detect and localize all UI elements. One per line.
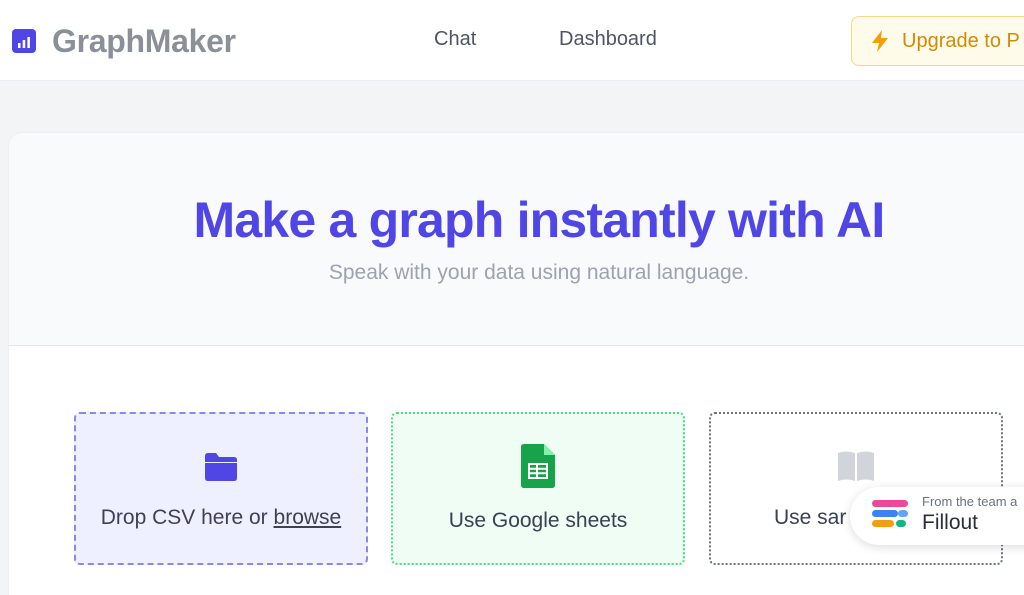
brand-name: GraphMaker [52, 22, 236, 59]
csv-dropzone-text: Drop CSV here or [100, 506, 274, 529]
fillout-badge[interactable]: From the team a Fillout [850, 487, 1024, 545]
csv-dropzone[interactable]: Drop CSV here or browse [74, 412, 368, 565]
bar-chart-icon [12, 29, 36, 53]
fillout-name: Fillout [922, 511, 979, 534]
upgrade-label: Upgrade to P [902, 29, 1020, 52]
lightning-icon [870, 30, 890, 52]
nav-chat[interactable]: Chat [434, 28, 476, 51]
csv-dropzone-label: Drop CSV here or browse [76, 506, 366, 530]
google-sheets-icon [521, 444, 555, 493]
page-title: Make a graph instantly with AI [193, 192, 886, 248]
hero-card: Make a graph instantly with AI Speak wit… [8, 132, 1024, 345]
fillout-logo-icon [872, 500, 910, 535]
folder-icon [203, 452, 239, 487]
google-sheets-option[interactable]: Use Google sheets [391, 412, 685, 565]
top-header: GraphMaker Chat Dashboard Upgrade to P [0, 0, 1024, 81]
book-icon [837, 450, 875, 487]
fillout-team-text: From the team a [922, 494, 1018, 509]
page-subtitle: Speak with your data using natural langu… [328, 261, 750, 284]
brand-logo[interactable]: GraphMaker [12, 20, 236, 62]
nav-dashboard[interactable]: Dashboard [559, 28, 657, 51]
upgrade-button[interactable]: Upgrade to P [851, 16, 1024, 66]
google-sheets-label: Use Google sheets [448, 509, 628, 532]
browse-link[interactable]: browse [274, 506, 342, 529]
